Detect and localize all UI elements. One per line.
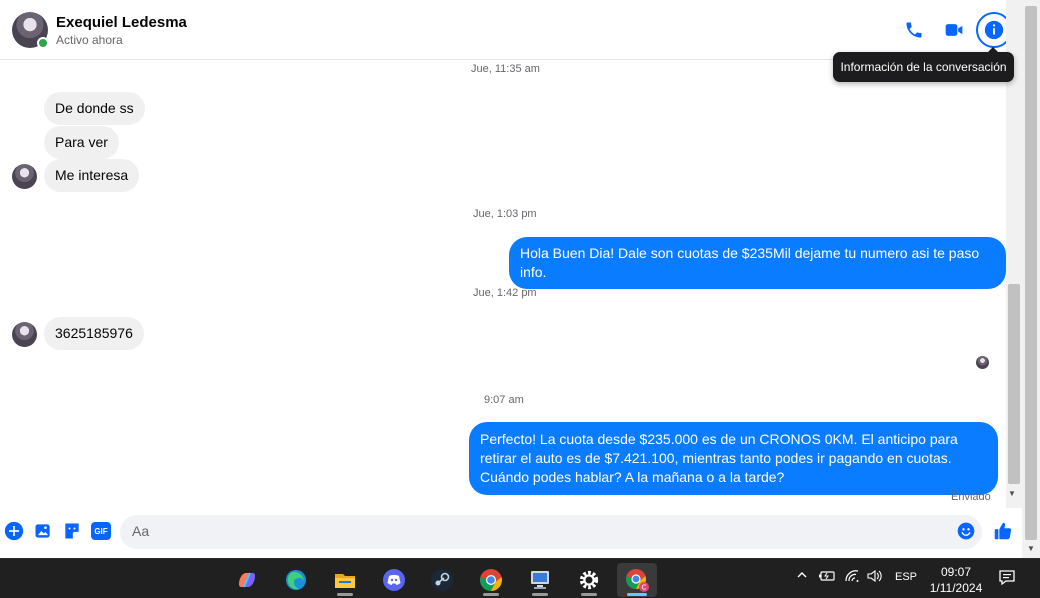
wifi-button[interactable] [844, 569, 860, 586]
sticker-button[interactable] [61, 520, 83, 542]
online-status-dot [37, 37, 49, 49]
info-icon [984, 20, 1004, 40]
wifi-icon [845, 570, 859, 582]
contact-avatar[interactable] [12, 12, 49, 49]
seen-indicator-avatar [976, 356, 989, 369]
contact-status: Activo ahora [56, 33, 123, 47]
thumbs-up-icon [994, 522, 1012, 540]
like-button[interactable] [992, 520, 1014, 542]
taskbar-discord[interactable] [374, 563, 414, 597]
attach-photo-button[interactable] [32, 520, 54, 542]
message-composer: GIF [0, 508, 1022, 558]
chrome-icon [480, 569, 502, 591]
taskbar-settings[interactable] [569, 563, 609, 597]
delivery-status: Enviado [951, 491, 991, 503]
chevron-up-icon [797, 572, 807, 578]
notification-icon [999, 570, 1015, 586]
battery-icon [819, 571, 835, 581]
settings-icon [579, 570, 599, 590]
emoji-icon [957, 522, 975, 540]
timestamp: Jue, 1:42 pm [473, 287, 537, 299]
incoming-message[interactable]: De donde ss [44, 92, 145, 125]
message-input-container[interactable] [120, 515, 982, 549]
emoji-button[interactable] [955, 520, 977, 542]
outgoing-message[interactable]: Hola Buen Dia! Dale son cuotas de $235Mi… [509, 237, 1006, 289]
phone-icon [906, 22, 922, 38]
sender-avatar[interactable] [12, 164, 37, 189]
conversation-header: Exequiel Ledesma Activo ahora [0, 0, 1022, 60]
speaker-icon [867, 569, 882, 583]
message-input[interactable] [132, 523, 932, 539]
running-indicator [337, 593, 353, 596]
show-hidden-icons-button[interactable] [796, 569, 808, 584]
plus-icon [4, 521, 24, 541]
volume-button[interactable] [866, 569, 884, 586]
network-pc-icon [531, 571, 549, 589]
steam-icon [431, 569, 453, 591]
file-explorer-icon [335, 574, 355, 588]
message-thread: Jue, 11:35 am De donde ss Para ver Me in… [0, 60, 1006, 508]
edge-icon [286, 570, 306, 590]
sticker-icon [65, 523, 79, 539]
copilot-icon [239, 572, 255, 588]
more-actions-button[interactable] [3, 520, 25, 542]
video-camera-icon [945, 24, 963, 36]
page-scroll-down-arrow-icon[interactable]: ▼ [1027, 544, 1035, 553]
windows-taskbar: C ESP 09:07 1/11/2024 [0, 558, 1040, 598]
timestamp: Jue, 1:03 pm [473, 208, 537, 220]
taskbar-edge[interactable] [276, 563, 316, 597]
timestamp: Jue, 11:35 am [471, 63, 540, 75]
active-indicator [627, 593, 647, 596]
running-indicator [532, 593, 548, 596]
battery-button[interactable] [818, 569, 836, 586]
taskbar-chrome[interactable] [471, 563, 511, 597]
taskbar-chrome-profile[interactable]: C [617, 563, 657, 597]
taskbar-file-explorer[interactable] [325, 563, 365, 597]
messenger-window: Exequiel Ledesma Activo ahora Jue, 11:35… [0, 0, 1040, 558]
incoming-message[interactable]: 3625185976 [44, 317, 144, 350]
scroll-down-arrow-icon[interactable]: ▼ [1008, 489, 1016, 498]
clock-date: 1/11/2024 [929, 581, 983, 595]
notifications-button[interactable] [998, 569, 1016, 590]
discord-icon [383, 569, 405, 591]
taskbar-copilot[interactable] [227, 563, 267, 597]
taskbar-steam[interactable] [422, 563, 462, 597]
taskbar-network-pc[interactable] [520, 563, 560, 597]
gif-icon: GIF [91, 522, 111, 540]
incoming-message[interactable]: Me interesa [44, 159, 140, 192]
chrome-profile-icon: C [626, 569, 649, 592]
page-scroll-thumb[interactable] [1025, 6, 1037, 540]
contact-name[interactable]: Exequiel Ledesma [56, 14, 187, 31]
svg-text:C: C [642, 584, 647, 592]
running-indicator [483, 593, 499, 596]
timestamp: 9:07 am [484, 394, 524, 406]
call-button[interactable] [898, 14, 930, 46]
thread-scroll-thumb[interactable] [1008, 284, 1020, 484]
video-call-button[interactable] [938, 14, 970, 46]
clock[interactable]: 09:07 1/11/2024 [922, 564, 990, 596]
input-language[interactable]: ESP [895, 571, 917, 583]
conversation-info-tooltip: Información de la conversación [833, 47, 1014, 82]
outgoing-message[interactable]: Perfecto! La cuota desde $235.000 es de … [469, 422, 998, 495]
clock-time: 09:07 [940, 565, 972, 579]
photo-icon [35, 524, 50, 538]
incoming-message[interactable]: Para ver [44, 126, 119, 159]
running-indicator [581, 593, 597, 596]
gif-button[interactable]: GIF [90, 520, 112, 542]
sender-avatar[interactable] [12, 322, 37, 347]
